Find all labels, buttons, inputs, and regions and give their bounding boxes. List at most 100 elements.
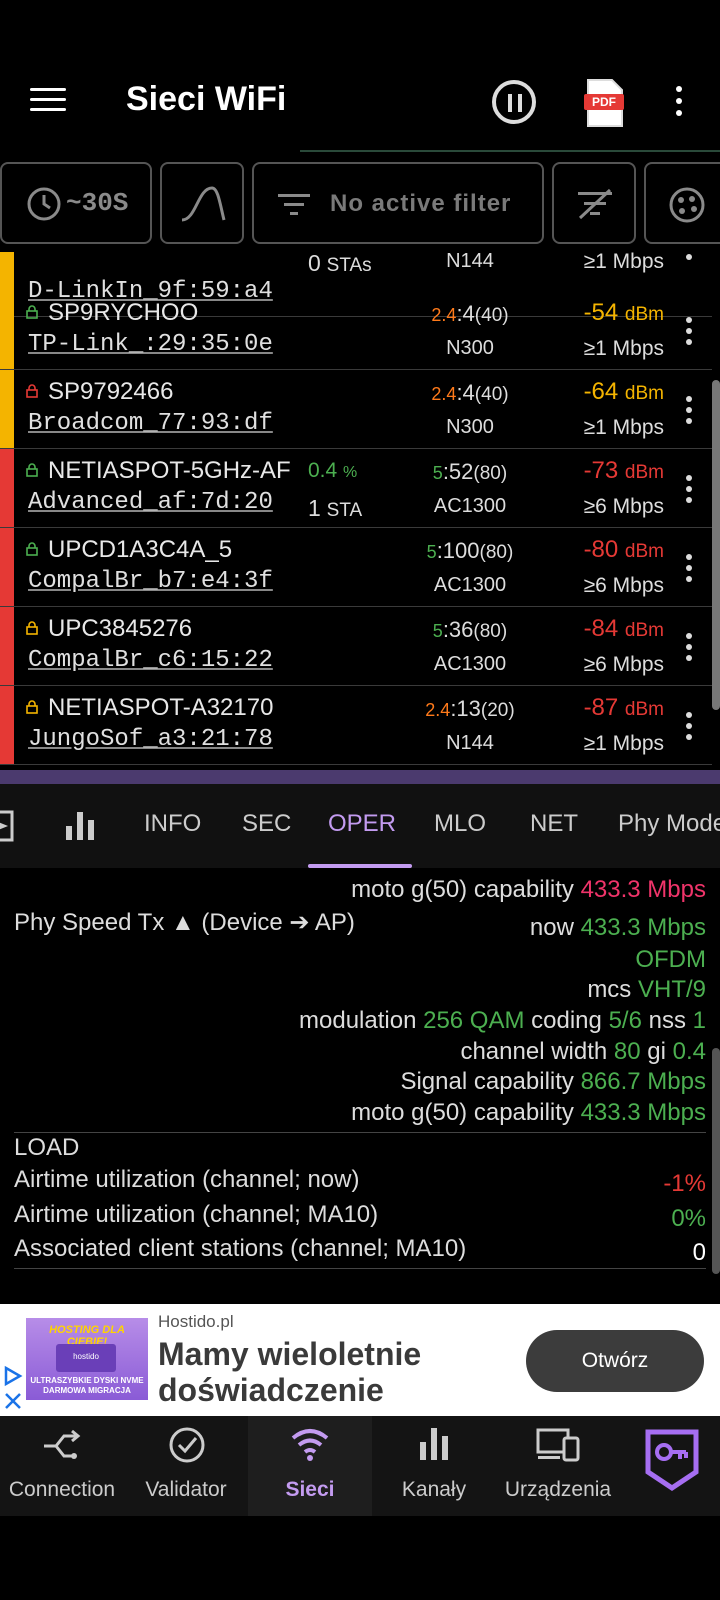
lock-icon xyxy=(26,305,38,319)
assoc-stations-value: 0 xyxy=(692,1239,706,1266)
filter-chip[interactable]: No active filter xyxy=(252,162,544,244)
ad-advertiser: Hostido.pl xyxy=(158,1312,234,1331)
network-row[interactable]: NETIASPOT-A32170 JungoSof_a3:21:78 2.4:13(… xyxy=(0,686,712,765)
divider xyxy=(14,1132,706,1133)
clear-filter-chip[interactable] xyxy=(552,162,636,244)
network-bssid: TP-Link_:29:35:0e xyxy=(28,331,273,358)
lock-icon xyxy=(26,700,38,714)
list-divider xyxy=(0,770,720,784)
row-menu-icon[interactable] xyxy=(686,252,692,265)
list-scrollbar[interactable] xyxy=(712,380,720,710)
network-channel: 5:52(80) xyxy=(432,459,508,484)
tab-oper[interactable]: OPER xyxy=(328,810,396,838)
premium-key-icon[interactable] xyxy=(642,1428,702,1494)
detail-scrollbar[interactable] xyxy=(712,1048,720,1274)
adchoices-icon[interactable] xyxy=(2,1364,24,1414)
clock-icon xyxy=(27,187,61,221)
network-row[interactable]: SP9792466 Broadcom_77:93:df 2.4:4(40) N300 -… xyxy=(0,370,712,449)
station-count: 0 STAs xyxy=(308,252,372,276)
pdf-label: PDF xyxy=(592,95,616,109)
network-min-rate: ≥1 Mbps xyxy=(583,416,664,439)
network-min-rate: ≥6 Mbps xyxy=(583,574,664,597)
tab-phy-mode[interactable]: Phy Mode xyxy=(618,810,720,838)
network-bssid: CompalBr_b7:e4:3f xyxy=(28,568,273,595)
network-row[interactable]: NETIASPOT-5GHz-AF Advanced_af:7d:20 0.4 % 1… xyxy=(0,449,712,528)
row-menu-icon[interactable] xyxy=(686,554,692,587)
filter-icon xyxy=(278,194,310,215)
filter-label: No active filter xyxy=(330,190,512,217)
network-channel: 2.4:13(20) xyxy=(425,696,515,721)
pdf-export-button[interactable]: PDF xyxy=(584,78,624,128)
network-standard: AC1300 xyxy=(433,574,507,596)
ad-image-subtext: ULTRASZYBKIE DYSKI NVME DARMOWA MIGRACJA xyxy=(30,1376,144,1395)
station-count: 1 STA xyxy=(308,495,363,521)
refresh-interval-label: ~30S xyxy=(66,188,129,218)
lock-icon xyxy=(26,542,38,556)
network-standard: N144 xyxy=(446,252,494,272)
network-row[interactable]: SP9RYCHOO TP-Link_:29:35:0e 2.4:4(40) N300 -… xyxy=(0,291,712,370)
pause-button[interactable] xyxy=(492,80,536,124)
channels-chart-icon xyxy=(420,1428,448,1460)
nav-urzadzenia[interactable]: Urządzenia xyxy=(496,1416,620,1516)
assoc-stations-label: Associated client stations (channel; MA1… xyxy=(14,1235,467,1262)
tab-net[interactable]: NET xyxy=(530,810,578,838)
palette-icon xyxy=(669,187,705,223)
bar-chart-icon[interactable] xyxy=(64,808,96,842)
network-ssid: UPCD1A3C4A_5 xyxy=(48,536,233,563)
row-menu-icon[interactable] xyxy=(686,396,692,429)
network-min-rate: ≥1 Mbps xyxy=(583,337,664,360)
bottom-navigation: Connection Validator Sieci Kanały Urządz… xyxy=(0,1416,720,1516)
network-signal: -80 dBm xyxy=(583,536,664,563)
pdf-icon: PDF xyxy=(584,79,624,127)
graph-toggle-chip[interactable] xyxy=(160,162,244,244)
detail-tabs: INFO SEC OPER MLO NET Phy Mode xyxy=(0,784,720,868)
tx-section-title: Phy Speed Tx ▲ (Device ➔ AP) xyxy=(14,909,355,936)
ad-banner[interactable]: HOSTING DLA CIEBIE! hostido ULTRASZYBKIE… xyxy=(0,1304,720,1416)
nav-connection[interactable]: Connection xyxy=(0,1416,124,1516)
network-channel: 2.4:4(40) xyxy=(431,380,509,405)
row-menu-icon[interactable] xyxy=(686,475,692,508)
ad-image-screen: hostido xyxy=(56,1344,116,1372)
overflow-menu-icon[interactable] xyxy=(676,86,684,120)
tab-sec[interactable]: SEC xyxy=(242,810,291,838)
network-signal: -54 dBm xyxy=(583,299,664,326)
nav-validator[interactable]: Validator xyxy=(124,1416,248,1516)
ad-image[interactable]: HOSTING DLA CIEBIE! hostido ULTRASZYBKIE… xyxy=(26,1318,148,1400)
network-list[interactable]: D-LinkIn_9f:59:a4 0 STAs N144 ≥1 Mbps SP9RYC… xyxy=(0,252,712,770)
row-menu-icon[interactable] xyxy=(686,633,692,666)
details-icon[interactable] xyxy=(0,810,16,842)
network-standard: AC1300 xyxy=(433,495,507,517)
row-menu-icon[interactable] xyxy=(686,712,692,745)
oper-detail-panel[interactable]: moto g(50) capability 433.3 Mbps Phy Spe… xyxy=(0,868,720,1278)
menu-icon[interactable] xyxy=(30,88,66,112)
tab-mlo[interactable]: MLO xyxy=(434,810,486,838)
network-ssid: SP9RYCHOO xyxy=(48,299,199,326)
network-channel: 5:36(80) xyxy=(432,617,508,642)
network-row[interactable]: UPCD1A3C4A_5 CompalBr_b7:e4:3f 5:100(80) AC… xyxy=(0,528,712,607)
refresh-interval-chip[interactable]: ~30S xyxy=(0,162,152,244)
nav-kanaly[interactable]: Kanały xyxy=(372,1416,496,1516)
nav-sieci[interactable]: Sieci xyxy=(248,1416,372,1516)
rx-device-capability: moto g(50) capability 433.3 Mbps xyxy=(351,876,706,903)
signal-quality-bar xyxy=(0,607,14,685)
check-circle-icon xyxy=(169,1427,205,1463)
row-menu-icon[interactable] xyxy=(686,317,692,350)
divider xyxy=(14,1268,706,1269)
network-signal: -73 dBm xyxy=(583,457,664,484)
view-options-chip[interactable] xyxy=(644,162,720,244)
signal-quality-bar xyxy=(0,686,14,764)
nav-urzadzenia-label: Urządzenia xyxy=(504,1478,612,1501)
network-channel: 5:100(80) xyxy=(426,538,514,563)
tx-signal-capability: Signal capability 866.7 Mbps xyxy=(400,1068,706,1095)
network-ssid: NETIASPOT-5GHz-AF xyxy=(48,457,291,484)
network-standard: N144 xyxy=(446,732,494,754)
tab-info[interactable]: INFO xyxy=(144,810,201,838)
lock-icon xyxy=(26,384,38,398)
network-standard: N300 xyxy=(446,416,494,438)
curve-icon xyxy=(181,186,226,222)
ad-open-button[interactable]: Otwórz xyxy=(526,1330,704,1392)
network-channel: 2.4:4(40) xyxy=(431,301,509,326)
airtime-ma-label: Airtime utilization (channel; MA10) xyxy=(14,1201,379,1228)
network-row[interactable]: UPC3845276 CompalBr_c6:15:22 5:36(80) AC130… xyxy=(0,607,712,686)
nav-validator-label: Validator xyxy=(145,1478,227,1501)
